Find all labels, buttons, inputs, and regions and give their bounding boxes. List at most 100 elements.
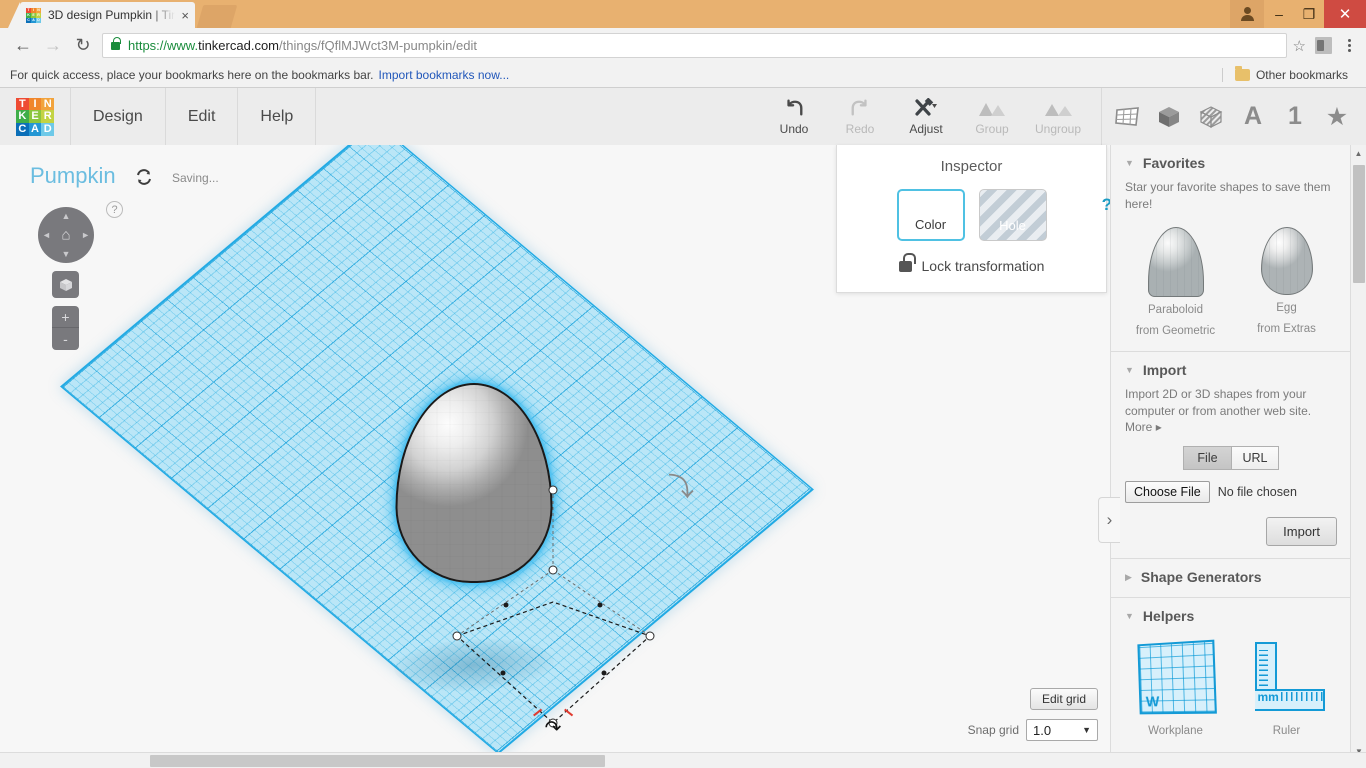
zoom-in-button[interactable]: + — [52, 306, 79, 328]
other-bookmarks-label: Other bookmarks — [1256, 68, 1348, 82]
maximize-button[interactable]: ❐ — [1294, 0, 1324, 28]
ungroup-label: Ungroup — [1035, 122, 1081, 136]
section-import-title: Import — [1143, 362, 1187, 378]
chevron-down-icon: ▼ — [1082, 725, 1091, 735]
tab-close-icon[interactable]: × — [181, 8, 189, 23]
helpers-shape-grid: W Workplane mm Ruler — [1125, 642, 1337, 739]
number-shape-icon[interactable]: 1 — [1280, 102, 1310, 132]
menu-design[interactable]: Design — [70, 88, 166, 145]
section-favorites-header[interactable]: ▼ Favorites — [1125, 155, 1337, 171]
import-source-toggle: File URL — [1125, 446, 1337, 470]
nav-right-arrow-icon[interactable]: ► — [81, 230, 90, 240]
project-title[interactable]: Pumpkin — [30, 163, 116, 189]
choose-file-button[interactable]: Choose File — [1125, 481, 1210, 503]
shape-paraboloid[interactable]: Paraboloid from Geometric — [1125, 227, 1226, 339]
close-window-button[interactable]: ✕ — [1324, 0, 1366, 28]
edge-midpoint-handle[interactable] — [598, 603, 603, 608]
home-view-icon[interactable]: ⌂ — [61, 227, 70, 244]
sidebar-scroll-content: ▼ Favorites Star your favorite shapes to… — [1111, 145, 1351, 751]
redo-label: Redo — [846, 122, 875, 136]
grid-workplane-icon[interactable] — [1112, 102, 1142, 132]
rotate-handle-right-icon[interactable]: ⤵ — [668, 467, 694, 504]
ungroup-button[interactable]: Ungroup — [1025, 88, 1091, 145]
new-tab-button[interactable] — [197, 5, 238, 28]
edge-midpoint-handle[interactable] — [602, 671, 607, 676]
sidebar-vertical-scrollbar[interactable]: ▲ ▼ — [1350, 145, 1366, 759]
page-horizontal-scrollbar[interactable] — [0, 752, 1366, 768]
scroll-up-arrow-icon[interactable]: ▲ — [1351, 145, 1366, 161]
snap-grid-label: Snap grid — [968, 723, 1019, 737]
nav-up-arrow-icon[interactable]: ▲ — [62, 211, 71, 221]
adjust-button[interactable]: Adjust — [893, 88, 959, 145]
menu-edit[interactable]: Edit — [166, 88, 239, 145]
section-shape-generators-title: Shape Generators — [1141, 569, 1262, 585]
helper-workplane[interactable]: W Workplane — [1125, 642, 1226, 739]
bookmarks-message: For quick access, place your bookmarks h… — [10, 68, 374, 82]
browser-menu-icon[interactable] — [1341, 39, 1358, 52]
view-navigation-pad[interactable]: ▲ ▼ ◄ ► ⌂ — [38, 207, 94, 263]
nav-left-arrow-icon[interactable]: ◄ — [42, 230, 51, 240]
color-swatch-button[interactable]: Color — [897, 189, 965, 241]
bookmark-star-icon[interactable]: ☆ — [1293, 37, 1306, 55]
other-bookmarks-folder[interactable]: Other bookmarks — [1222, 68, 1356, 82]
section-favorites: ▼ Favorites Star your favorite shapes to… — [1111, 145, 1351, 352]
browser-tab[interactable]: TIN KER CAD 3D design Pumpkin | Tin × — [20, 2, 195, 28]
app-menubar: Design Edit Help — [70, 88, 316, 145]
lock-transformation-row[interactable]: Lock transformation — [837, 258, 1106, 274]
minimize-button[interactable]: – — [1264, 0, 1294, 28]
top-resize-handle[interactable] — [549, 486, 558, 495]
import-bookmarks-link[interactable]: Import bookmarks now... — [379, 68, 510, 82]
reload-icon[interactable]: ↻ — [68, 31, 98, 61]
nav-down-arrow-icon[interactable]: ▼ — [62, 249, 71, 259]
text-shape-icon[interactable]: A — [1238, 102, 1268, 132]
undo-arrow-icon — [783, 97, 805, 119]
address-bar[interactable]: https://www.tinkercad.com/things/fQflMJW… — [102, 33, 1287, 58]
left-corner-handle[interactable] — [453, 632, 462, 641]
inspector-panel: Inspector Color Hole ? Lock transformati… — [836, 145, 1107, 293]
extension-icon[interactable] — [1315, 37, 1332, 54]
fit-to-view-button[interactable] — [52, 271, 79, 298]
helper-ruler[interactable]: mm Ruler — [1236, 642, 1337, 739]
redo-button[interactable]: Redo — [827, 88, 893, 145]
edge-midpoint-handle[interactable] — [501, 671, 506, 676]
solid-cube-icon[interactable] — [1154, 102, 1184, 132]
secure-lock-icon — [111, 42, 120, 50]
section-helpers-header[interactable]: ▼ Helpers — [1125, 608, 1337, 624]
zoom-controls: + - — [52, 306, 79, 350]
right-corner-handle[interactable] — [646, 632, 655, 641]
sidebar-collapse-button[interactable]: › — [1098, 497, 1120, 543]
hole-swatch-button[interactable]: Hole — [979, 189, 1047, 241]
section-shape-generators-header[interactable]: ▶ Shape Generators — [1125, 569, 1337, 585]
horizontal-scroll-thumb[interactable] — [150, 755, 605, 767]
help-badge-icon[interactable]: ? — [106, 201, 123, 218]
import-file-tab[interactable]: File — [1183, 446, 1231, 470]
import-button[interactable]: Import — [1266, 517, 1337, 546]
bookmarks-bar: For quick access, place your bookmarks h… — [0, 63, 1366, 88]
url-host: tinkercad.com — [198, 38, 279, 53]
shape-egg[interactable]: Egg from Extras — [1236, 227, 1337, 339]
undo-button[interactable]: Undo — [761, 88, 827, 145]
chevron-down-icon: ▼ — [1125, 611, 1134, 621]
import-description: Import 2D or 3D shapes from your compute… — [1125, 386, 1337, 420]
snap-grid-select[interactable]: 1.0 ▼ — [1026, 719, 1098, 741]
section-import-header[interactable]: ▼ Import — [1125, 362, 1337, 378]
group-button[interactable]: Group — [959, 88, 1025, 145]
tinkercad-logo[interactable]: TIN KER CAD — [16, 98, 54, 136]
forward-icon[interactable]: → — [38, 31, 68, 61]
section-helpers: ▼ Helpers W Workplane — [1111, 598, 1351, 751]
url-scheme: https://www. — [128, 38, 198, 53]
center-handle[interactable] — [549, 566, 558, 575]
favorites-star-icon[interactable]: ★ — [1322, 102, 1352, 132]
zoom-out-button[interactable]: - — [52, 328, 79, 350]
vertical-scroll-thumb[interactable] — [1353, 165, 1365, 283]
profile-avatar-icon[interactable] — [1230, 0, 1264, 28]
window-controls: – ❐ ✕ — [1230, 0, 1366, 28]
rotate-handle-bottom-icon[interactable]: ↷ — [545, 716, 562, 741]
edit-grid-button[interactable]: Edit grid — [1030, 688, 1098, 710]
import-more-link[interactable]: More ▸ — [1125, 420, 1337, 434]
import-url-tab[interactable]: URL — [1231, 446, 1279, 470]
menu-help[interactable]: Help — [238, 88, 316, 145]
edge-midpoint-handle[interactable] — [504, 603, 509, 608]
back-icon[interactable]: ← — [8, 31, 38, 61]
hole-cube-icon[interactable] — [1196, 102, 1226, 132]
